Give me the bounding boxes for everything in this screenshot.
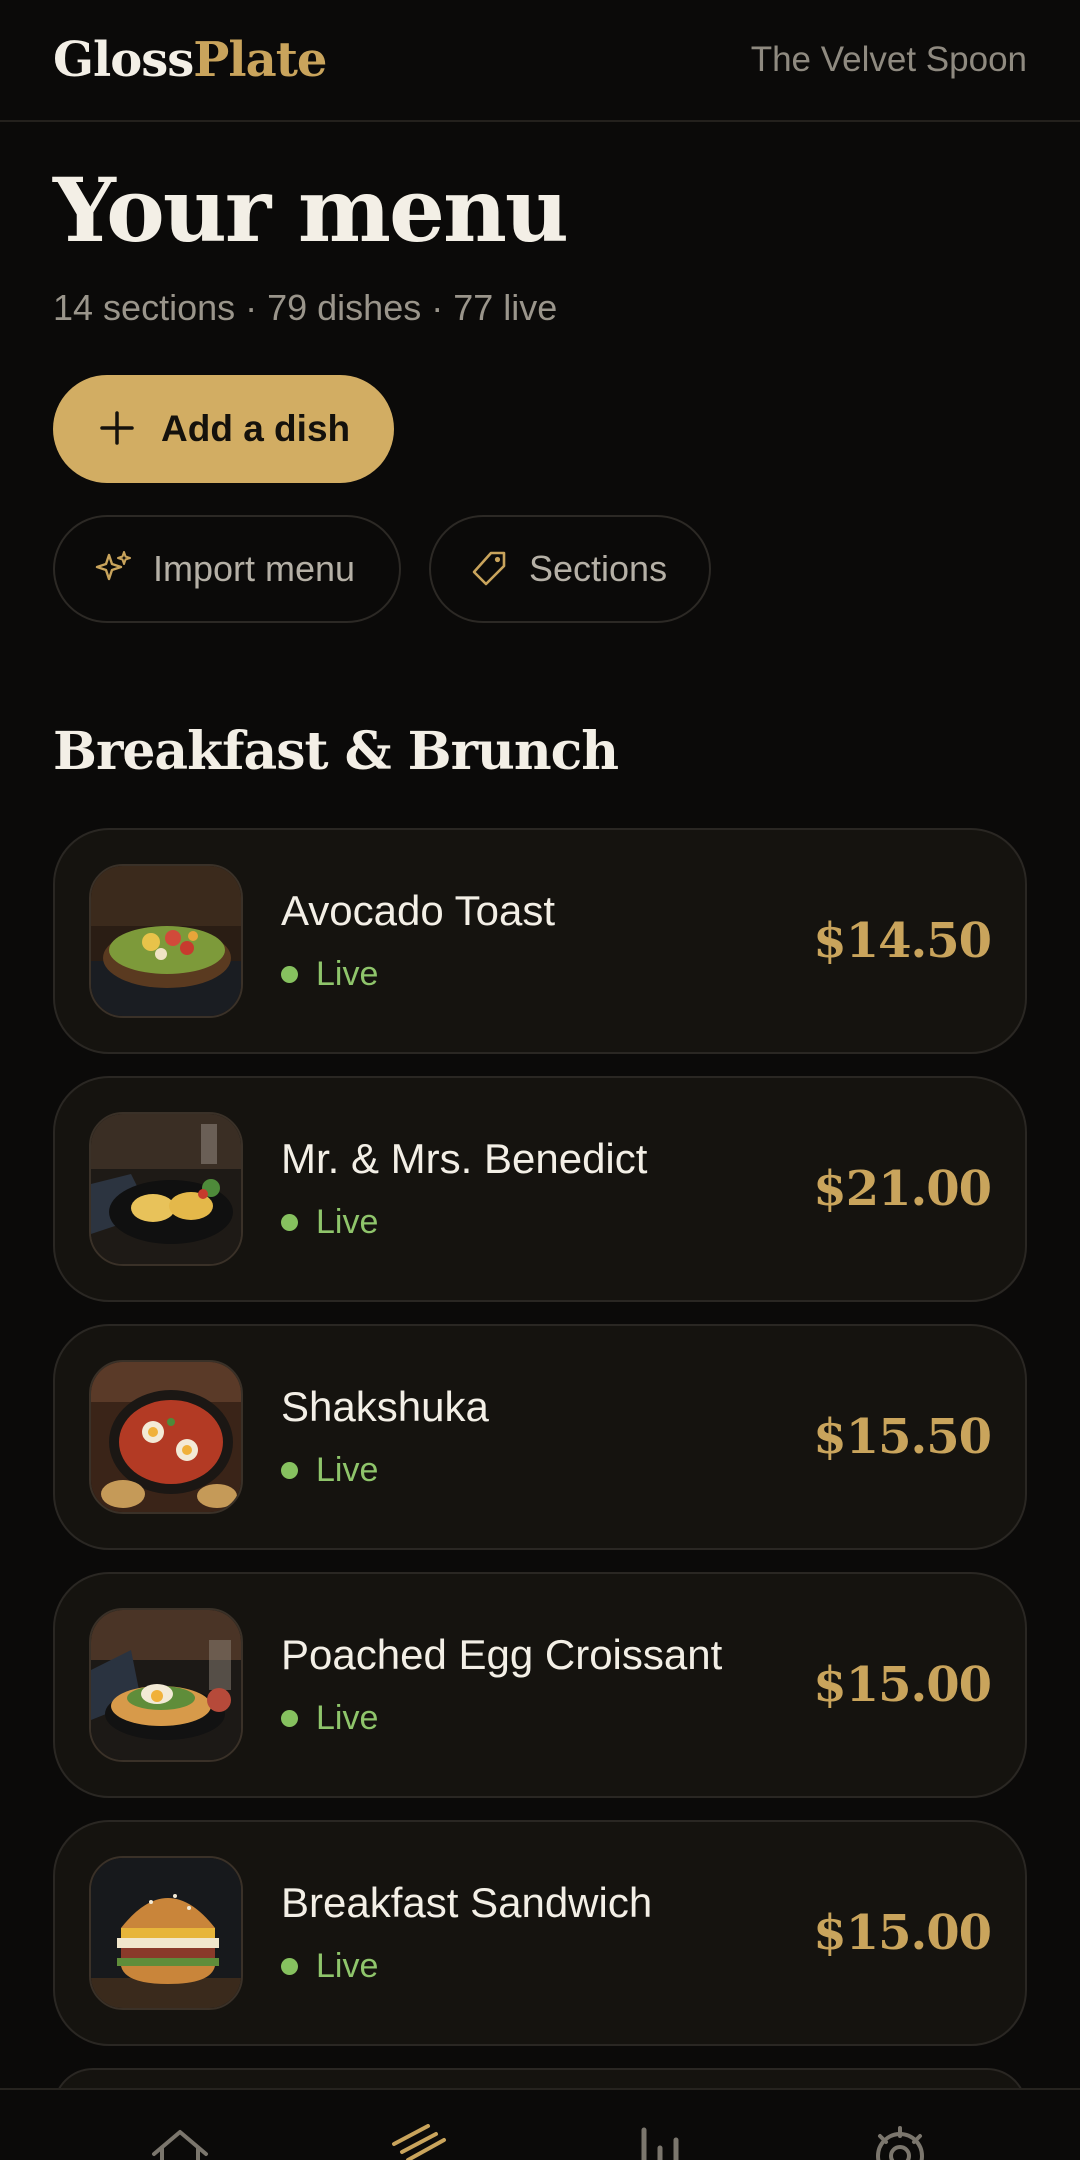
menu-screen: GlossPlate The Velvet Spoon Your menu 14…: [0, 0, 1080, 2160]
dish-name: Breakfast Sandwich: [281, 1879, 653, 1927]
dish-list: Avocado Toast Live $14.50 Mr. & Mrs. Ben…: [0, 827, 1080, 2108]
dish-price: $21.00: [813, 1160, 992, 1217]
brand-name-part1: Gloss: [53, 32, 194, 88]
top-bar: GlossPlate The Velvet Spoon: [0, 0, 1080, 122]
status-badge: Live: [281, 1947, 813, 1986]
dish-card-poached-egg-croissant[interactable]: Poached Egg Croissant Live $15.00: [53, 1571, 1027, 1798]
dish-card-shakshuka[interactable]: Shakshuka Live $15.50: [53, 1323, 1027, 1550]
sections-label: Sections: [529, 547, 668, 589]
live-dot-icon: [281, 1958, 298, 1976]
status-label: Live: [316, 1947, 379, 1986]
secondary-actions: Import menu Sections: [53, 514, 1027, 623]
status-label: Live: [316, 1451, 379, 1490]
sections-button[interactable]: Sections: [429, 514, 711, 623]
brand-logo: GlossPlate: [53, 32, 327, 88]
bottom-nav: [0, 2088, 1080, 2160]
dish-name: Poached Egg Croissant: [281, 1631, 723, 1679]
fork-knife-icon: [388, 2124, 452, 2160]
live-dot-icon: [281, 966, 298, 984]
live-dot-icon: [281, 1710, 298, 1728]
nav-analytics[interactable]: [600, 2090, 720, 2160]
dish-photo: [89, 1855, 243, 2010]
status-label: Live: [316, 1699, 379, 1738]
dish-price: $15.00: [813, 1904, 992, 1961]
dish-card-benedict[interactable]: Mr. & Mrs. Benedict Live $21.00: [53, 1075, 1027, 1302]
dish-photo: [89, 1111, 243, 1266]
live-dot-icon: [281, 1462, 298, 1480]
home-icon: [148, 2124, 212, 2160]
add-dish-label: Add a dish: [161, 407, 351, 449]
dish-photo: [89, 1359, 243, 1514]
dish-card-breakfast-sandwich[interactable]: Breakfast Sandwich Live $15.00: [53, 1819, 1027, 2046]
dish-name: Avocado Toast: [281, 887, 555, 935]
menu-header: Your menu 14 sections · 79 dishes · 77 l…: [0, 122, 1080, 623]
dish-price: $15.50: [813, 1408, 992, 1465]
menu-stats: 14 sections · 79 dishes · 77 live: [53, 286, 558, 328]
live-dot-icon: [281, 1214, 298, 1232]
status-badge: Live: [281, 1451, 813, 1490]
sparkle-icon: [93, 549, 133, 589]
dish-photo: [89, 863, 243, 1018]
dish-price: $14.50: [813, 912, 992, 969]
plus-icon: [99, 404, 135, 454]
dish-price: $15.00: [813, 1656, 992, 1713]
restaurant-name[interactable]: The Velvet Spoon: [751, 40, 1027, 80]
nav-settings[interactable]: [840, 2090, 960, 2160]
dish-photo: [89, 1607, 243, 1762]
dish-card-avocado-toast[interactable]: Avocado Toast Live $14.50: [53, 827, 1027, 1054]
tag-icon: [469, 549, 509, 589]
status-badge: Live: [281, 1699, 813, 1738]
dish-name: Mr. & Mrs. Benedict: [281, 1135, 648, 1183]
page-title: Your menu: [53, 158, 569, 262]
status-badge: Live: [281, 1203, 813, 1242]
brand-name-part2: Plate: [193, 32, 327, 88]
bar-chart-icon: [628, 2124, 692, 2160]
status-label: Live: [316, 1203, 379, 1242]
import-menu-button[interactable]: Import menu: [53, 514, 401, 623]
gear-icon: [868, 2124, 932, 2160]
nav-home[interactable]: [120, 2090, 240, 2160]
nav-menu[interactable]: [360, 2090, 480, 2160]
import-menu-label: Import menu: [153, 547, 356, 589]
dish-name: Shakshuka: [281, 1383, 489, 1431]
status-label: Live: [316, 955, 379, 994]
section-title: Breakfast & Brunch: [53, 720, 619, 782]
add-dish-button[interactable]: Add a dish: [53, 374, 394, 483]
status-badge: Live: [281, 955, 813, 994]
